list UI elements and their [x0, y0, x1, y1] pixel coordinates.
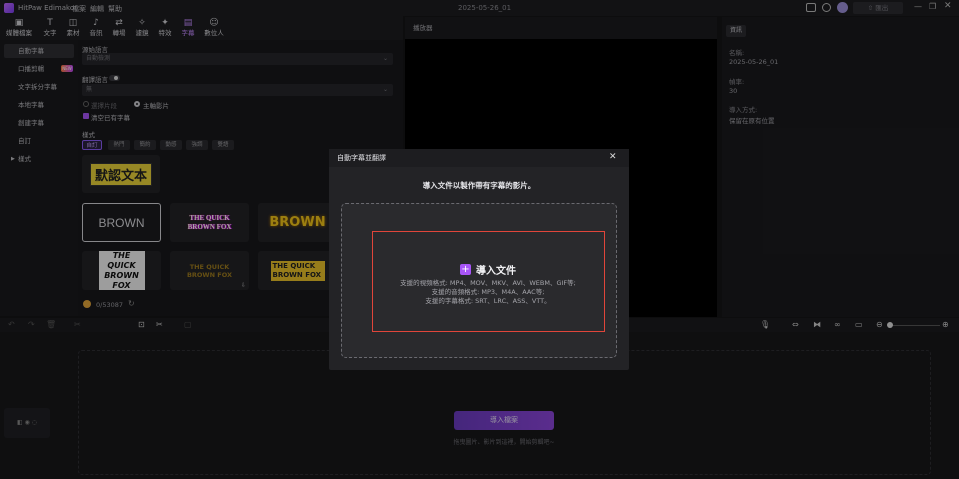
dialog-close-icon[interactable]: ✕ [609, 152, 617, 162]
import-file-area[interactable]: + 導入文件 支援的視頻格式: MP4、MOV、MKV、AVI、WEBM、GIF… [372, 231, 605, 332]
video-formats: 支援的視頻格式: MP4、MOV、MKV、AVI、WEBM、GIF等; [400, 279, 576, 287]
dialog-title: 自動字幕並翻譯 [329, 149, 629, 167]
file-drop-zone[interactable]: + 導入文件 支援的視頻格式: MP4、MOV、MKV、AVI、WEBM、GIF… [341, 203, 617, 358]
import-file-button[interactable]: + 導入文件 [373, 259, 603, 278]
subtitle-formats: 支援的字幕格式: SRT、LRC、ASS、VTT。 [425, 297, 551, 305]
plus-icon: + [459, 264, 471, 275]
audio-formats: 支援的音頻格式: MP3、M4A、AAC等; [431, 288, 545, 296]
auto-subtitle-dialog: 自動字幕並翻譯 ✕ 導入文件以製作帶有字幕的影片。 + 導入文件 支援的視頻格式… [329, 149, 629, 370]
import-file-label: 導入文件 [476, 266, 517, 277]
dialog-subtitle: 導入文件以製作帶有字幕的影片。 [422, 181, 536, 190]
supported-formats: 支援的視頻格式: MP4、MOV、MKV、AVI、WEBM、GIF等; 支援的音… [373, 279, 603, 306]
